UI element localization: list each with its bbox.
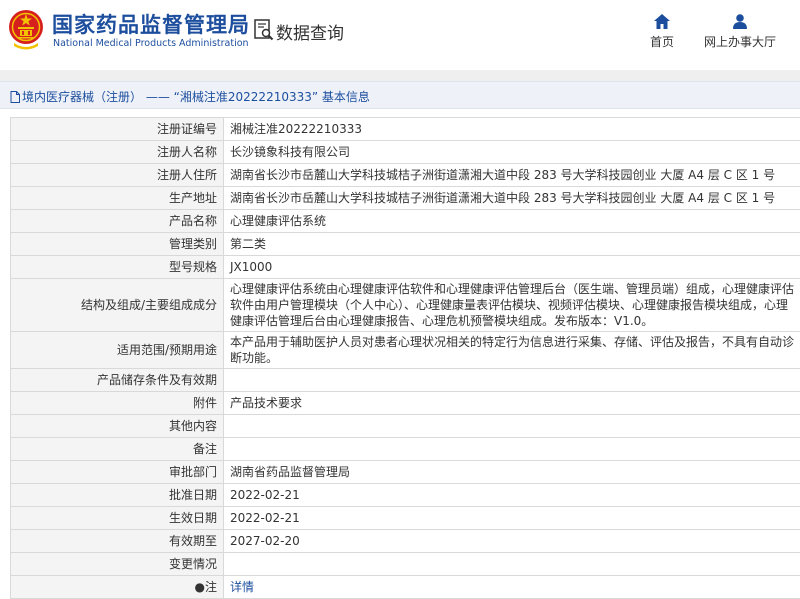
table-row: 生产地址 湖南省长沙市岳麓山大学科技城桔子洲街道潇湘大道中段 283 号大学科技… <box>11 187 800 210</box>
field-value <box>224 553 800 576</box>
table-row: ●注 详情 <box>11 576 800 599</box>
home-icon <box>654 14 670 29</box>
table-row: 备注 <box>11 438 800 461</box>
table-row: 适用范围/预期用途 本产品用于辅助医护人员对患者心理状况相关的特定行为信息进行采… <box>11 332 800 369</box>
field-label: 型号规格 <box>11 256 224 279</box>
breadcrumb-suffix: 基本信息 <box>322 90 370 104</box>
field-value: 心理健康评估系统由心理健康评估软件和心理健康评估管理后台（医生端、管理员端）组成… <box>224 279 800 332</box>
table-row: 生效日期 2022-02-21 <box>11 507 800 530</box>
field-value: 第二类 <box>224 233 800 256</box>
site-title-cn[interactable]: 国家药品监督管理局 <box>52 9 250 39</box>
field-label: 产品储存条件及有效期 <box>11 369 224 392</box>
detail-table: 注册证编号 湘械注准20222210333 注册人名称 长沙镜象科技有限公司 注… <box>10 117 800 599</box>
table-row: 产品名称 心理健康评估系统 <box>11 210 800 233</box>
details-link[interactable]: 详情 <box>230 580 254 594</box>
field-label: 产品名称 <box>11 210 224 233</box>
field-label: 变更情况 <box>11 553 224 576</box>
field-value: JX1000 <box>224 256 800 279</box>
table-row: 结构及组成/主要组成成分 心理健康评估系统由心理健康评估软件和心理健康评估管理后… <box>11 279 800 332</box>
table-row: 注册人住所 湖南省长沙市岳麓山大学科技城桔子洲街道潇湘大道中段 283 号大学科… <box>11 164 800 187</box>
field-value-cell: 详情 <box>224 576 800 599</box>
table-row: 注册人名称 长沙镜象科技有限公司 <box>11 141 800 164</box>
field-label: 结构及组成/主要组成成分 <box>11 279 224 332</box>
table-row: 批准日期 2022-02-21 <box>11 484 800 507</box>
field-label: ●注 <box>11 576 224 599</box>
nav-home-label: 首页 <box>650 35 674 49</box>
field-label: 备注 <box>11 438 224 461</box>
table-row: 产品储存条件及有效期 <box>11 369 800 392</box>
national-emblem-icon[interactable] <box>8 7 44 51</box>
nav-online-service-link[interactable]: 网上办事大厅 <box>700 14 780 50</box>
field-label: 注册证编号 <box>11 118 224 141</box>
nav-home-link[interactable]: 首页 <box>643 14 681 50</box>
field-label: 其他内容 <box>11 415 224 438</box>
section-title: 数据查询 <box>276 19 344 44</box>
table-row: 审批部门 湖南省药品监督管理局 <box>11 461 800 484</box>
field-label: 生效日期 <box>11 507 224 530</box>
user-icon <box>732 14 748 29</box>
field-label: 附件 <box>11 392 224 415</box>
field-label: 注册人名称 <box>11 141 224 164</box>
header-divider <box>0 70 800 81</box>
field-label: 批准日期 <box>11 484 224 507</box>
field-value: 2022-02-21 <box>224 484 800 507</box>
field-value <box>224 415 800 438</box>
field-label: 注册人住所 <box>11 164 224 187</box>
breadcrumb-bar: 境内医疗器械（注册） —— “湘械注准20222210333” 基本信息 <box>0 81 800 109</box>
field-value: 湖南省药品监督管理局 <box>224 461 800 484</box>
table-row: 其他内容 <box>11 415 800 438</box>
breadcrumb-item: “湘械注准20222210333” <box>174 90 318 104</box>
field-label: 适用范围/预期用途 <box>11 332 224 369</box>
field-value: 2027-02-20 <box>224 530 800 553</box>
field-value: 长沙镜象科技有限公司 <box>224 141 800 164</box>
field-value: 湖南省长沙市岳麓山大学科技城桔子洲街道潇湘大道中段 283 号大学科技园创业 大… <box>224 187 800 210</box>
document-icon <box>10 91 20 103</box>
site-header: 国家药品监督管理局 National Medical Products Admi… <box>0 0 800 70</box>
field-value: 产品技术要求 <box>224 392 800 415</box>
field-label: 有效期至 <box>11 530 224 553</box>
field-value: 湘械注准20222210333 <box>224 118 800 141</box>
field-label: 审批部门 <box>11 461 224 484</box>
table-row: 附件 产品技术要求 <box>11 392 800 415</box>
breadcrumb-category[interactable]: 境内医疗器械（注册） <box>22 90 142 104</box>
table-row: 有效期至 2027-02-20 <box>11 530 800 553</box>
field-value <box>224 369 800 392</box>
site-title-en: National Medical Products Administration <box>53 38 249 49</box>
field-label: 生产地址 <box>11 187 224 210</box>
field-value: 2022-02-21 <box>224 507 800 530</box>
nav-online-service-label: 网上办事大厅 <box>704 35 776 49</box>
field-value: 湖南省长沙市岳麓山大学科技城桔子洲街道潇湘大道中段 283 号大学科技园创业 大… <box>224 164 800 187</box>
breadcrumb-separator: —— <box>146 90 170 104</box>
field-label: 管理类别 <box>11 233 224 256</box>
table-row: 变更情况 <box>11 553 800 576</box>
field-value: 心理健康评估系统 <box>224 210 800 233</box>
table-row: 管理类别 第二类 <box>11 233 800 256</box>
table-row: 注册证编号 湘械注准20222210333 <box>11 118 800 141</box>
field-value <box>224 438 800 461</box>
breadcrumb: 境内医疗器械（注册） —— “湘械注准20222210333” 基本信息 <box>10 88 370 105</box>
data-query-icon <box>254 19 274 41</box>
field-value: 本产品用于辅助医护人员对患者心理状况相关的特定行为信息进行采集、存储、评估及报告… <box>224 332 800 369</box>
detail-table-wrapper: 注册证编号 湘械注准20222210333 注册人名称 长沙镜象科技有限公司 注… <box>10 117 800 599</box>
table-row: 型号规格 JX1000 <box>11 256 800 279</box>
